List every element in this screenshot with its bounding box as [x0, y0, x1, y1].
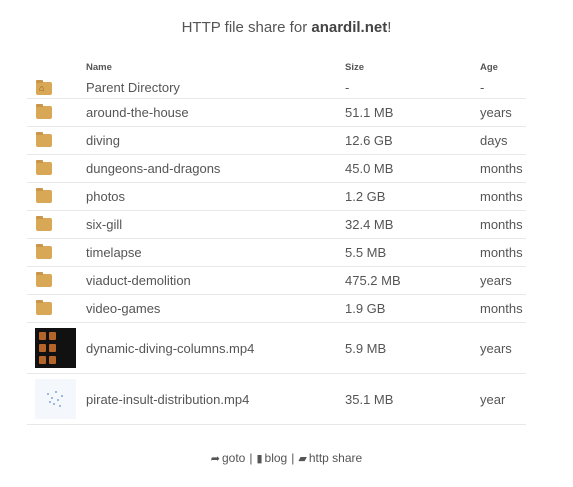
table-header: Name Size Age [27, 58, 526, 78]
book-icon: ▮ [256, 453, 263, 465]
folder-icon [36, 272, 52, 287]
folder-link[interactable]: photos [86, 189, 125, 204]
separator: | [291, 451, 295, 465]
title-suffix: ! [387, 19, 392, 36]
folder-open-icon: ▰ [298, 453, 307, 465]
folder-icon [36, 160, 52, 175]
age-cell: months [480, 161, 523, 176]
folder-icon [36, 244, 52, 259]
table-row[interactable]: around-the-house 51.1 MB years [27, 99, 526, 127]
table-row[interactable]: photos 1.2 GB months [27, 183, 526, 211]
home-folder-icon: ⌂ [36, 80, 52, 95]
blog-link[interactable]: ▮ blog [256, 451, 287, 465]
folder-link[interactable]: diving [86, 133, 120, 148]
size-cell: - [345, 80, 350, 95]
size-cell: 45.0 MB [345, 161, 394, 176]
age-cell: months [480, 245, 523, 260]
separator: | [249, 451, 253, 465]
age-cell: years [480, 105, 512, 120]
share-arrow-icon: ➦ [210, 453, 220, 465]
age-cell: years [480, 273, 512, 288]
table-row[interactable]: dynamic-diving-columns.mp4 5.9 MB years [27, 323, 526, 374]
page-title: HTTP file share for anardil.net! [0, 19, 573, 36]
folder-icon [36, 132, 52, 147]
folder-icon [36, 104, 52, 119]
file-link[interactable]: pirate-insult-distribution.mp4 [86, 392, 249, 407]
size-cell: 1.9 GB [345, 301, 386, 316]
size-cell: 35.1 MB [345, 392, 394, 407]
table-row[interactable]: six-gill 32.4 MB months [27, 211, 526, 239]
size-cell: 475.2 MB [345, 273, 401, 288]
column-header-age[interactable]: Age [480, 62, 498, 73]
table-row[interactable]: dungeons-and-dragons 45.0 MB months [27, 155, 526, 183]
folder-link[interactable]: timelapse [86, 245, 142, 260]
folder-link[interactable]: six-gill [86, 217, 122, 232]
size-cell: 51.1 MB [345, 105, 394, 120]
table-row[interactable]: video-games 1.9 GB months [27, 295, 526, 323]
folder-icon [36, 188, 52, 203]
size-cell: 5.9 MB [345, 341, 387, 356]
folder-link[interactable]: video-games [86, 301, 160, 316]
age-cell: years [480, 341, 512, 356]
age-cell: - [480, 80, 485, 95]
age-cell: months [480, 301, 523, 316]
video-thumbnail[interactable] [35, 328, 76, 368]
size-cell: 12.6 GB [345, 133, 393, 148]
age-cell: months [480, 217, 523, 232]
size-cell: 5.5 MB [345, 245, 387, 260]
http-share-link[interactable]: ▰ http share [298, 451, 362, 465]
column-header-size[interactable]: Size [345, 62, 364, 73]
age-cell: months [480, 189, 523, 204]
table-row[interactable]: timelapse 5.5 MB months [27, 239, 526, 267]
parent-directory-link[interactable]: Parent Directory [86, 80, 180, 95]
size-cell: 32.4 MB [345, 217, 394, 232]
video-thumbnail[interactable] [35, 379, 76, 419]
age-cell: days [480, 133, 508, 148]
folder-icon [36, 216, 52, 231]
size-cell: 1.2 GB [345, 189, 386, 204]
footer: ➦ goto | ▮ blog | ▰ http share [0, 451, 573, 465]
folder-link[interactable]: dungeons-and-dragons [86, 161, 220, 176]
folder-icon [36, 300, 52, 315]
table-row[interactable]: diving 12.6 GB days [27, 127, 526, 155]
table-row[interactable]: viaduct-demolition 475.2 MB years [27, 267, 526, 295]
goto-link[interactable]: ➦ goto [211, 451, 246, 465]
file-link[interactable]: dynamic-diving-columns.mp4 [86, 341, 254, 356]
file-table: Name Size Age ⌂ Parent Directory - - aro… [27, 58, 526, 425]
host-name: anardil.net [311, 19, 388, 36]
folder-link[interactable]: around-the-house [86, 105, 189, 120]
age-cell: year [480, 392, 506, 407]
table-row-parent[interactable]: ⌂ Parent Directory - - [27, 78, 526, 99]
table-row[interactable]: pirate-insult-distribution.mp4 35.1 MB y… [27, 374, 526, 425]
column-header-name[interactable]: Name [86, 62, 112, 73]
title-prefix: HTTP file share for [181, 19, 312, 36]
folder-link[interactable]: viaduct-demolition [86, 273, 191, 288]
